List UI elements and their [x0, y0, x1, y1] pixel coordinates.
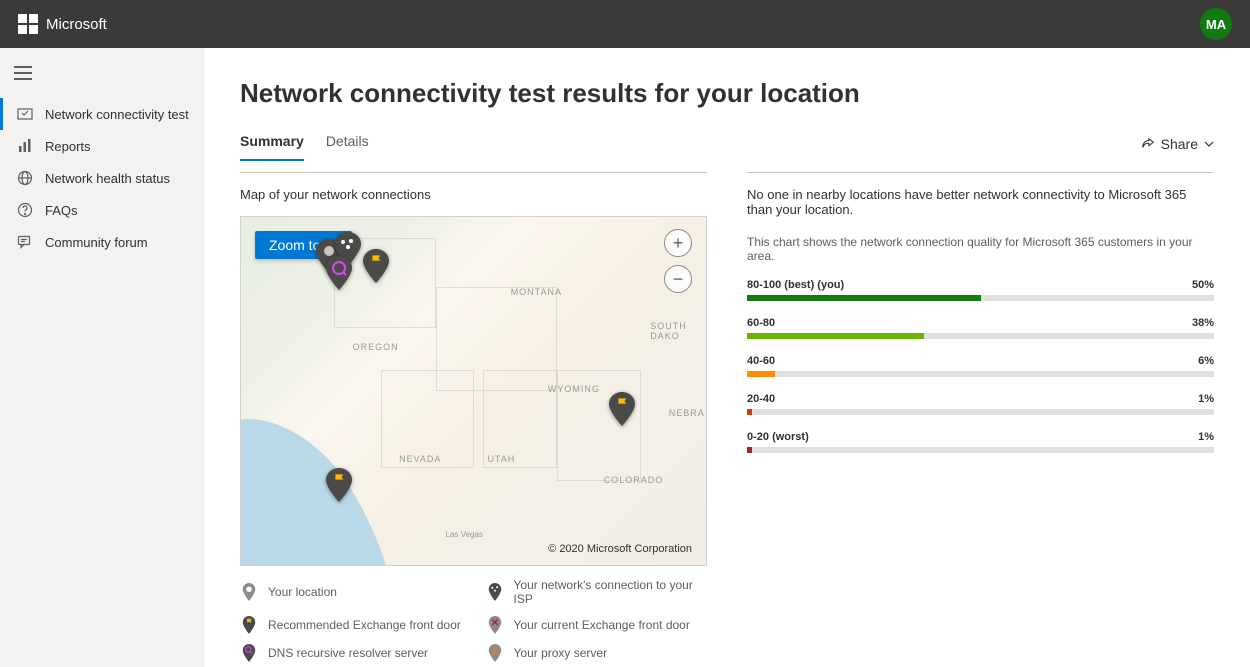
flag-pin-icon — [240, 616, 258, 634]
tab-summary[interactable]: Summary — [240, 127, 304, 161]
legend-proxy: Your proxy server — [486, 644, 708, 662]
map-pin-flag-2[interactable] — [609, 392, 635, 426]
bar-fill — [747, 409, 752, 415]
proxy-pin-icon — [486, 644, 504, 662]
chart-bar-row: 40-60 6% — [747, 355, 1214, 377]
legend-your-location: Your location — [240, 578, 462, 606]
brand-name: Microsoft — [46, 16, 107, 33]
sidebar: Network connectivity test Reports Networ… — [0, 48, 204, 667]
bar-category: 20-40 — [747, 393, 775, 405]
bar-value: 1% — [1198, 393, 1214, 405]
x-pin-icon — [486, 616, 504, 634]
chart-headline: No one in nearby locations have better n… — [747, 187, 1214, 217]
legend-recommended-fd: Recommended Exchange front door — [240, 616, 462, 634]
bar-fill — [747, 295, 981, 301]
location-pin-icon — [240, 583, 258, 601]
quality-chart: 80-100 (best) (you) 50% 60-80 38% 40-60 6% 20-… — [747, 279, 1214, 453]
map-label-oregon: OREGON — [353, 342, 399, 352]
legend-dns: DNS recursive resolver server — [240, 644, 462, 662]
chart-desc: This chart shows the network connection … — [747, 235, 1214, 263]
bar-fill — [747, 447, 752, 453]
topbar: Microsoft MA — [0, 0, 1250, 48]
chart-bar-row: 60-80 38% — [747, 317, 1214, 339]
bar-fill — [747, 371, 775, 377]
bar-value: 6% — [1198, 355, 1214, 367]
legend-isp: Your network's connection to your ISP — [486, 578, 708, 606]
map-label-ne: NEBRA — [669, 408, 705, 418]
main-content: Network connectivity test results for yo… — [204, 48, 1250, 667]
chevron-down-icon — [1204, 139, 1214, 149]
chart-bar-row: 80-100 (best) (you) 50% — [747, 279, 1214, 301]
globe-icon — [17, 170, 33, 186]
bar-track — [747, 409, 1214, 415]
brand-logo[interactable]: Microsoft — [18, 14, 107, 34]
bar-category: 80-100 (best) (you) — [747, 279, 844, 291]
map-pin-dns[interactable] — [326, 256, 352, 290]
bar-track — [747, 295, 1214, 301]
map-label-colorado: COLORADO — [604, 475, 664, 485]
sidebar-item-reports[interactable]: Reports — [0, 130, 203, 162]
bar-value: 38% — [1192, 317, 1214, 329]
share-label: Share — [1161, 136, 1198, 152]
map-label-lv: Las Vegas — [446, 530, 483, 539]
bar-track — [747, 333, 1214, 339]
bar-track — [747, 447, 1214, 453]
sidebar-item-label: Reports — [45, 139, 91, 154]
avatar[interactable]: MA — [1200, 8, 1232, 40]
map-heading: Map of your network connections — [240, 187, 707, 202]
sidebar-item-label: Community forum — [45, 235, 148, 250]
legend-current-fd: Your current Exchange front door — [486, 616, 708, 634]
forum-icon — [17, 234, 33, 250]
bar-value: 50% — [1192, 279, 1214, 291]
microsoft-icon — [18, 14, 38, 34]
chart-bar-row: 0-20 (worst) 1% — [747, 431, 1214, 453]
map-label-sd: SOUTH DAKO — [650, 321, 706, 341]
map[interactable]: NEVADA OREGON MONTANA UTAH WYOMING COLOR… — [240, 216, 707, 566]
sidebar-item-label: FAQs — [45, 203, 78, 218]
map-label-utah: UTAH — [487, 454, 515, 464]
bar-category: 60-80 — [747, 317, 775, 329]
sidebar-item-label: Network health status — [45, 171, 170, 186]
share-button[interactable]: Share — [1141, 136, 1214, 152]
page-title: Network connectivity test results for yo… — [240, 78, 1214, 109]
tab-details[interactable]: Details — [326, 127, 369, 161]
sidebar-item-health[interactable]: Network health status — [0, 162, 203, 194]
map-legend: Your location Your network's connection … — [240, 578, 707, 662]
sidebar-item-network-test[interactable]: Network connectivity test — [0, 98, 203, 130]
reports-icon — [17, 138, 33, 154]
map-label-nevada: NEVADA — [399, 454, 441, 464]
share-icon — [1141, 137, 1155, 151]
map-copyright: © 2020 Microsoft Corporation — [548, 543, 692, 555]
map-label-montana: MONTANA — [511, 287, 562, 297]
zoom-in-button[interactable]: + — [664, 229, 692, 257]
map-label-wyoming: WYOMING — [548, 384, 600, 394]
bar-category: 40-60 — [747, 355, 775, 367]
sidebar-item-community[interactable]: Community forum — [0, 226, 203, 258]
dns-pin-icon — [240, 644, 258, 662]
hamburger-icon[interactable] — [14, 66, 32, 80]
chart-bar-row: 20-40 1% — [747, 393, 1214, 415]
bar-value: 1% — [1198, 431, 1214, 443]
isp-pin-icon — [486, 583, 504, 601]
zoom-out-button[interactable]: − — [664, 265, 692, 293]
network-test-icon — [17, 106, 33, 122]
map-column: Map of your network connections NEVADA O… — [240, 172, 707, 662]
tab-row: Summary Details Share — [240, 127, 1214, 162]
chart-column: No one in nearby locations have better n… — [747, 172, 1214, 662]
sidebar-item-label: Network connectivity test — [45, 107, 189, 122]
map-pin-flag-3[interactable] — [326, 468, 352, 502]
help-icon — [17, 202, 33, 218]
bar-fill — [747, 333, 924, 339]
bar-track — [747, 371, 1214, 377]
sidebar-item-faqs[interactable]: FAQs — [0, 194, 203, 226]
bar-category: 0-20 (worst) — [747, 431, 809, 443]
map-pin-flag-1[interactable] — [363, 249, 389, 283]
